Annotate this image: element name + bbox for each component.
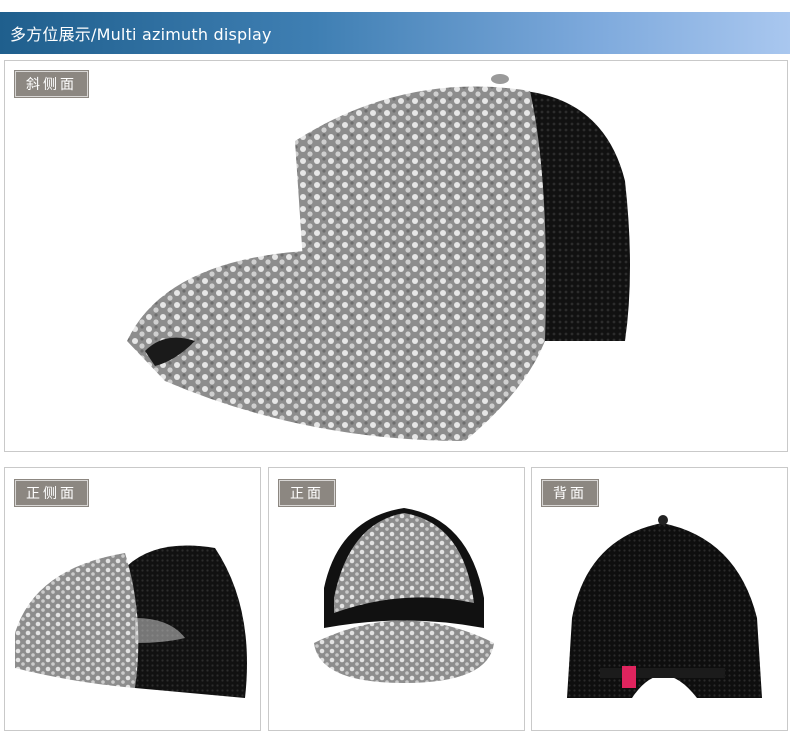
panel-front-view: 正面 [268, 467, 525, 731]
section-header: 多方位展示/Multi azimuth display [0, 12, 790, 54]
cap-oblique-image [127, 74, 630, 441]
panel-oblique-view: 斜侧面 [4, 60, 788, 452]
cap-front-image [314, 508, 494, 683]
cap-side-image [15, 545, 247, 698]
panel-side-view: 正侧面 [4, 467, 261, 731]
cap-back-image [567, 515, 762, 698]
tag-icon [622, 666, 636, 688]
section-title: 多方位展示/Multi azimuth display [10, 25, 272, 44]
panel-back-view: 背面 [531, 467, 788, 731]
